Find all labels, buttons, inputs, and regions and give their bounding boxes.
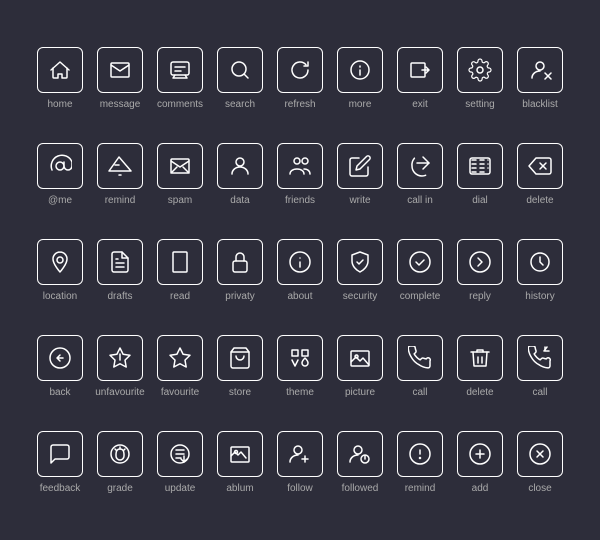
icon-message[interactable]: message — [90, 30, 150, 126]
icon-add[interactable]: add — [450, 414, 510, 510]
icon-store[interactable]: store — [210, 318, 270, 414]
icon-read[interactable]: read — [150, 222, 210, 318]
icon-at-me[interactable]: @me — [30, 126, 90, 222]
icon-unfavourite[interactable]: unfavourite — [90, 318, 150, 414]
icon-blacklist[interactable]: blacklist — [510, 30, 570, 126]
icon-security[interactable]: security — [330, 222, 390, 318]
icon-picture[interactable]: picture — [330, 318, 390, 414]
icon-theme[interactable]: theme — [270, 318, 330, 414]
icon-delete[interactable]: delete — [510, 126, 570, 222]
icon-location[interactable]: location — [30, 222, 90, 318]
icon-favourite[interactable]: favourite — [150, 318, 210, 414]
icon-complete[interactable]: complete — [390, 222, 450, 318]
icon-more[interactable]: more — [330, 30, 390, 126]
icon-spam[interactable]: spam — [150, 126, 210, 222]
icon-reply[interactable]: reply — [450, 222, 510, 318]
icon-home[interactable]: home — [30, 30, 90, 126]
icon-delete2[interactable]: delete — [450, 318, 510, 414]
icon-grid: home message comments search refresh mor… — [20, 20, 580, 520]
icon-write[interactable]: write — [330, 126, 390, 222]
icon-setting[interactable]: setting — [450, 30, 510, 126]
icon-call2[interactable]: call — [510, 318, 570, 414]
icon-dial[interactable]: dial — [450, 126, 510, 222]
icon-exit[interactable]: exit — [390, 30, 450, 126]
icon-remind[interactable]: remind — [90, 126, 150, 222]
icon-refresh[interactable]: refresh — [270, 30, 330, 126]
icon-followed[interactable]: followed — [330, 414, 390, 510]
icon-back[interactable]: back — [30, 318, 90, 414]
icon-remind2[interactable]: remind — [390, 414, 450, 510]
icon-friends[interactable]: friends — [270, 126, 330, 222]
icon-privacy[interactable]: privaty — [210, 222, 270, 318]
icon-data[interactable]: data — [210, 126, 270, 222]
icon-history[interactable]: history — [510, 222, 570, 318]
icon-drafts[interactable]: drafts — [90, 222, 150, 318]
icon-close[interactable]: close — [510, 414, 570, 510]
icon-grade[interactable]: grade — [90, 414, 150, 510]
icon-call-in[interactable]: call in — [390, 126, 450, 222]
icon-ablum[interactable]: ablum — [210, 414, 270, 510]
icon-about[interactable]: about — [270, 222, 330, 318]
icon-feedback[interactable]: feedback — [30, 414, 90, 510]
icon-comments[interactable]: comments — [150, 30, 210, 126]
icon-follow[interactable]: follow — [270, 414, 330, 510]
icon-call[interactable]: call — [390, 318, 450, 414]
icon-search[interactable]: search — [210, 30, 270, 126]
icon-update[interactable]: update — [150, 414, 210, 510]
